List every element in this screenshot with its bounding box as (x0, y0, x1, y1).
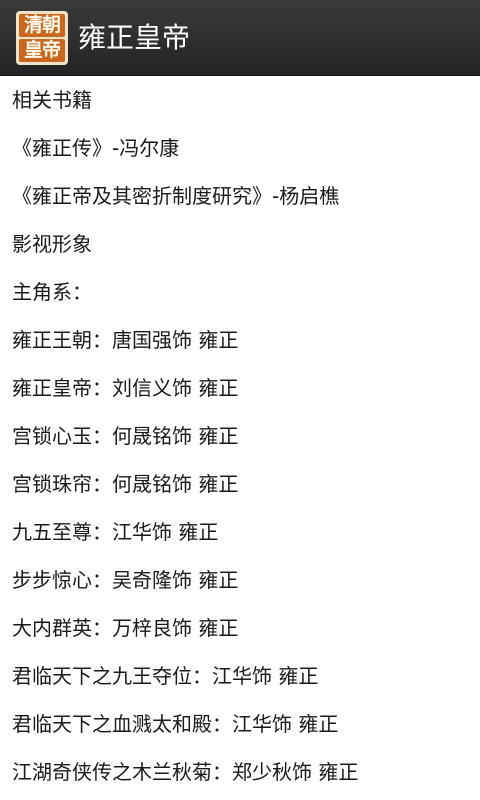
role-item: 宫锁珠帘：何晟铭饰 雍正 (12, 472, 239, 496)
section-heading-film-tv: 影视形象 (12, 232, 92, 256)
role-item: 宫锁心玉：何晟铭饰 雍正 (12, 424, 239, 448)
role-item: 雍正王朝：唐国强饰 雍正 (12, 328, 239, 352)
app-icon-text-bottom: 皇帝 (19, 39, 65, 62)
role-item: 江湖奇侠传之木兰秋菊：郑少秋饰 雍正 (12, 760, 359, 784)
app-icon-text-top: 清朝 (19, 14, 65, 37)
role-item: 大内群英：万梓良饰 雍正 (12, 616, 239, 640)
book-item: 《雍正帝及其密折制度研究》-杨启樵 (12, 184, 340, 208)
book-item: 《雍正传》-冯尔康 (12, 136, 180, 160)
role-item: 步步惊心：吴奇隆饰 雍正 (12, 568, 239, 592)
section-heading-books: 相关书籍 (12, 88, 92, 112)
role-item: 雍正皇帝：刘信义饰 雍正 (12, 376, 239, 400)
content-scroll-area[interactable]: 相关书籍 《雍正传》-冯尔康 《雍正帝及其密折制度研究》-杨启樵 影视形象 主角… (0, 76, 480, 800)
window-title: 雍正皇帝 (78, 21, 191, 54)
app-icon[interactable]: 清朝 皇帝 (16, 11, 68, 65)
role-item: 九五至尊：江华饰 雍正 (12, 520, 219, 544)
action-bar: 清朝 皇帝 雍正皇帝 (0, 0, 480, 76)
role-item: 君临天下之九王夺位：江华饰 雍正 (12, 664, 319, 688)
role-item: 君临天下之血溅太和殿：江华饰 雍正 (12, 712, 339, 736)
subsection-heading-lead: 主角系： (12, 280, 92, 304)
